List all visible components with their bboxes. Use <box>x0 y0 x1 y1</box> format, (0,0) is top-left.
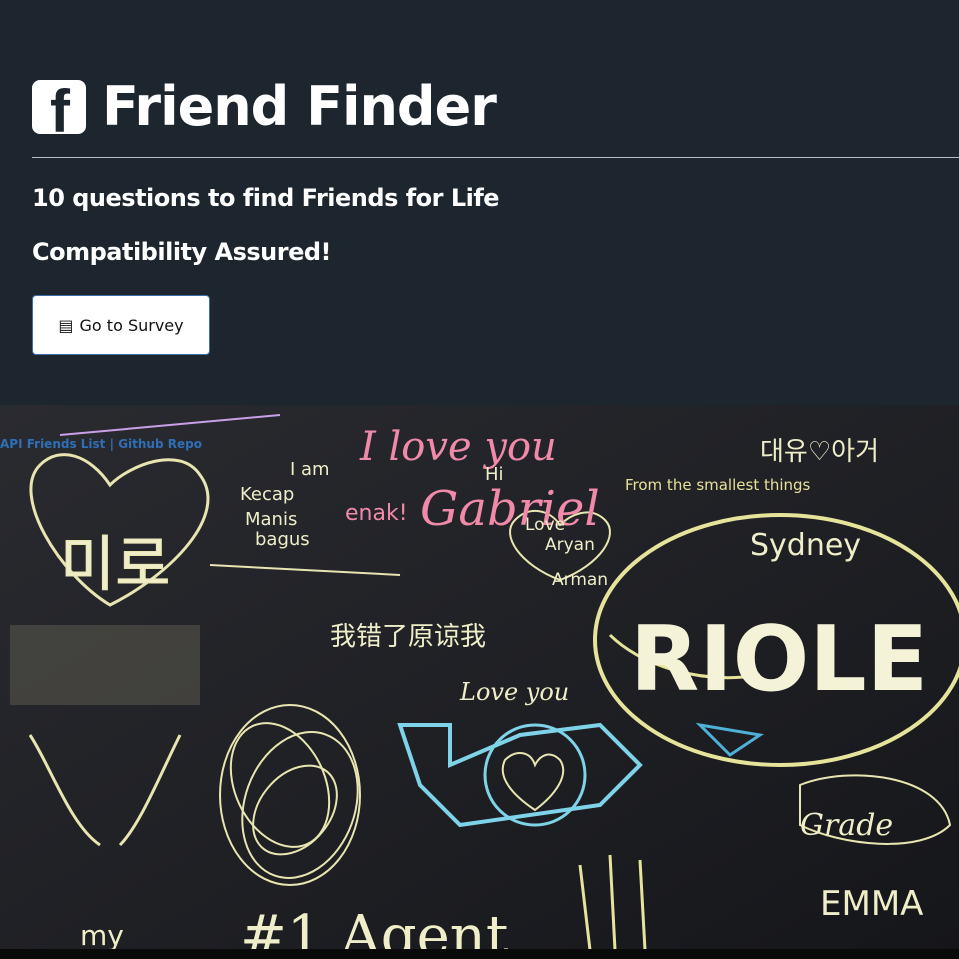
go-to-survey-button[interactable]: ▤ Go to Survey <box>32 295 210 355</box>
svg-text:Aryan: Aryan <box>545 535 595 555</box>
svg-text:Manis: Manis <box>245 509 297 530</box>
survey-button-label: Go to Survey <box>79 315 184 335</box>
svg-text:Love: Love <box>525 515 565 535</box>
title-row: f Friend Finder <box>32 74 497 140</box>
footer-links: API Friends List | Github Repo <box>0 437 202 451</box>
facebook-square-icon: f <box>32 80 86 134</box>
svg-text:I love you: I love you <box>359 424 557 470</box>
jumbotron-header: f Friend Finder 10 questions to find Fri… <box>0 0 959 405</box>
github-repo-link[interactable]: Github Repo <box>118 437 202 451</box>
svg-text:Kecap: Kecap <box>240 484 294 505</box>
svg-text:I am: I am <box>290 459 330 480</box>
tagline-questions: 10 questions to find Friends for Life <box>32 184 500 212</box>
list-alt-icon: ▤ <box>58 315 74 335</box>
bottom-bar <box>0 949 959 959</box>
svg-text:我错了原谅我: 我错了原谅我 <box>330 622 486 652</box>
svg-text:미로: 미로 <box>60 530 170 600</box>
chalk-smudge <box>10 625 200 705</box>
api-friends-list-link[interactable]: API Friends List <box>0 437 105 451</box>
svg-text:my: my <box>80 919 124 952</box>
svg-text:Arman: Arman <box>552 570 608 590</box>
svg-text:RIOLE: RIOLE <box>630 607 928 712</box>
page-title: Friend Finder <box>102 75 497 138</box>
svg-text:From the smallest things: From the smallest things <box>625 476 811 494</box>
svg-text:Sydney: Sydney <box>750 528 861 563</box>
svg-text:bagus: bagus <box>255 529 310 550</box>
chalk-drawings: 미로 I love you Hi Gabriel Love Aryan Arma… <box>0 405 959 959</box>
svg-text:대유♡아거: 대유♡아거 <box>760 437 879 467</box>
tagline-compatibility: Compatibility Assured! <box>32 238 331 266</box>
svg-text:enak!: enak! <box>345 501 408 526</box>
svg-text:EMMA: EMMA <box>820 884 923 924</box>
chalkboard-background-image: 미로 I love you Hi Gabriel Love Aryan Arma… <box>0 405 959 959</box>
svg-text:Gabriel: Gabriel <box>420 481 600 537</box>
header-divider <box>32 157 959 158</box>
footer-separator: | <box>109 437 114 451</box>
svg-text:Love you: Love you <box>459 678 569 706</box>
svg-text:Grade: Grade <box>800 808 893 843</box>
